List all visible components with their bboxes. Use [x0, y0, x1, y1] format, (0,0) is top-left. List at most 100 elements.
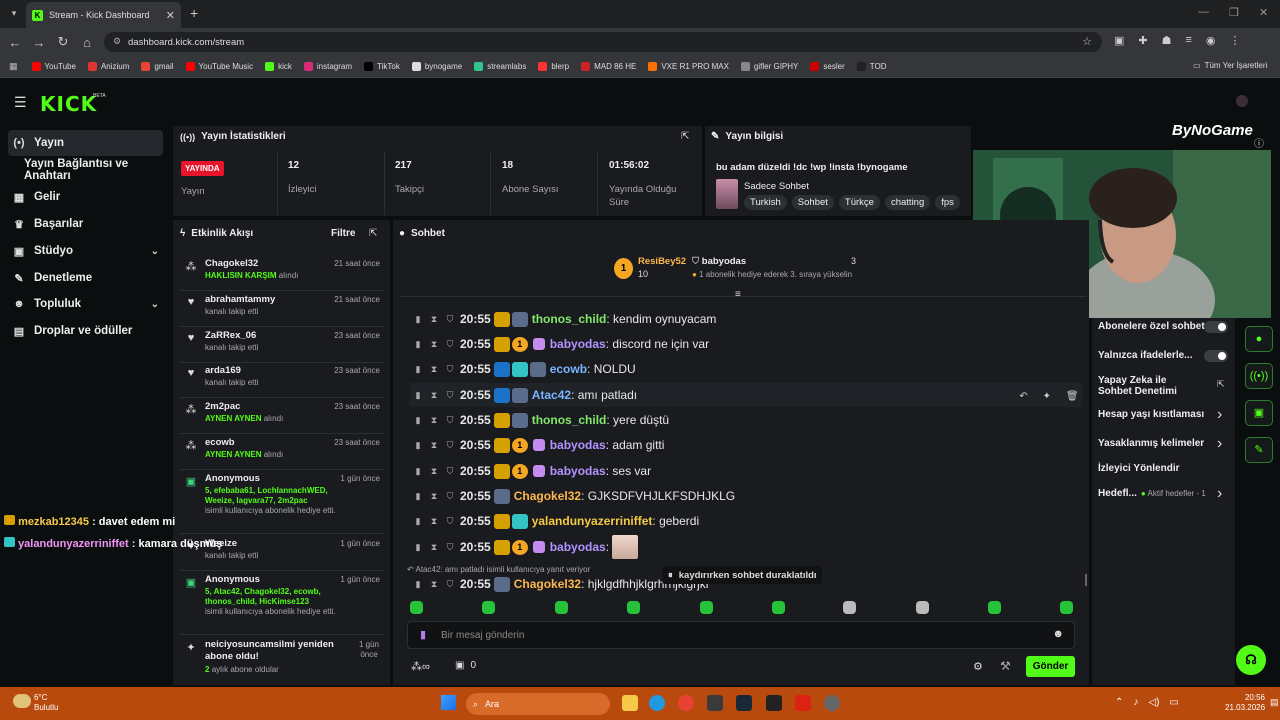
new-tab-icon[interactable]: + [190, 5, 198, 21]
hourglass-icon[interactable]: ⧗ [426, 516, 442, 527]
sidebar-item-yayin[interactable]: (•) Yayın [8, 130, 163, 156]
ban-icon[interactable]: ⛉ [442, 314, 458, 325]
sidebar-item-studyo[interactable]: ▣ Stüdyo ⌄ [8, 238, 163, 264]
chat-message[interactable]: ▮ ⧗ ⛉ 20:55 1 babyodas: adam gitti [410, 433, 1082, 457]
chat-message[interactable]: ▮ ⧗ ⛉ 20:55 1 babyodas: [410, 535, 1082, 559]
minimize-icon[interactable]: — [1198, 6, 1209, 18]
notifications-icon[interactable]: ▤ [1270, 697, 1279, 708]
activity-user[interactable]: arda169 [205, 365, 241, 376]
chat-message[interactable]: ▮ ⧗ ⛉ 20:55 Chagokel32: GJKSDFVHJLKFSDHJKLG [410, 484, 1082, 508]
apps-grid-icon[interactable]: ▦ [9, 61, 18, 72]
chat-message[interactable]: ▮ ⧗ ⛉ 20:55 thonos_child: kendim oynuyacam [410, 307, 1082, 331]
stream-tag[interactable]: Sohbet [791, 195, 834, 210]
chrome-icon[interactable] [678, 695, 694, 711]
bookmark-item[interactable]: TOD [856, 62, 886, 71]
kebab-menu-icon[interactable]: ⋮ [1230, 34, 1241, 47]
chat-message[interactable]: ▮ ⧗ ⛉ 20:55 Atac42: amı patladı [410, 383, 1082, 407]
points-icon[interactable]: ⁂∞ [411, 660, 430, 673]
leader2-name[interactable]: ⛉ babyodas [692, 256, 746, 267]
obs-icon[interactable] [824, 695, 840, 711]
viewer-redirect-setting[interactable]: İzleyici Yönlendir [1098, 463, 1180, 474]
ban-icon[interactable]: ⛉ [442, 364, 458, 375]
activity-user[interactable]: neiciyosuncamsilmi yeniden abone oldu! [205, 639, 340, 663]
mic-tray-icon[interactable]: ♪ [1133, 697, 1138, 708]
chat-bubble-button[interactable]: ● [1245, 326, 1273, 352]
bookmark-item[interactable]: gmail [141, 62, 174, 71]
chat-message[interactable]: ▮ ⧗ ⛉ 20:55 yalandunyazerriniffet: geberdi [410, 509, 1082, 533]
timeout-icon[interactable]: ▮ [410, 339, 426, 350]
emote-icon[interactable] [916, 601, 929, 614]
chevron-right-icon[interactable]: › [1217, 406, 1222, 424]
bookmark-item[interactable]: TikTok [364, 62, 400, 71]
chevron-right-icon[interactable]: › [1217, 435, 1222, 453]
activity-popout-icon[interactable]: ⇱ [369, 228, 377, 239]
timeout-icon[interactable]: ▮ [410, 542, 426, 553]
sidebar-item-basarilar[interactable]: ♛ Başarılar [8, 211, 163, 237]
toggle-switch[interactable] [1204, 350, 1228, 362]
all-bookmarks[interactable]: ▭ Tüm Yer İşaretleri [1193, 61, 1267, 70]
edge-icon[interactable] [649, 695, 665, 711]
file-explorer-icon[interactable] [622, 695, 638, 711]
message-username[interactable]: thonos_child [532, 413, 607, 427]
chevron-down-icon[interactable]: ⌄ [151, 246, 159, 257]
ai-moderation-setting[interactable]: Yapay Zeka ile Sohbet Denetimi [1098, 375, 1183, 397]
chat-message[interactable]: ▮ ⧗ ⛉ 20:55 1 babyodas: ses var [410, 459, 1082, 483]
network-icon[interactable]: ▭ [1169, 697, 1178, 708]
bookmark-item[interactable]: YouTube Music [185, 62, 253, 71]
mic-icon[interactable]: ▮ [420, 628, 426, 641]
ban-icon[interactable]: ⛉ [442, 466, 458, 477]
chevron-down-icon[interactable]: ⌄ [151, 299, 159, 310]
tools-button[interactable]: ✎ [1245, 437, 1273, 463]
message-username[interactable]: Chagokel32 [514, 489, 581, 503]
hourglass-icon[interactable]: ⧗ [426, 314, 442, 325]
emote-icon[interactable] [482, 601, 495, 614]
stream-tag[interactable]: Türkçe [838, 195, 880, 210]
timeout-icon[interactable]: ▮ [410, 314, 426, 325]
info-icon[interactable]: ⓘ [1254, 135, 1264, 150]
bookmark-item[interactable]: Anizium [87, 62, 129, 71]
stream-tag[interactable]: chatting [884, 195, 931, 210]
broadcast-button[interactable]: ((•)) [1245, 363, 1273, 389]
emote-icon[interactable] [988, 601, 1001, 614]
chat-settings-icon[interactable]: ⚙ [973, 660, 983, 673]
emote-icon[interactable] [1060, 601, 1073, 614]
timeout-icon[interactable]: ▮ [410, 466, 426, 477]
message-username[interactable]: ecowb [550, 362, 587, 376]
activity-user[interactable]: abrahamtammy [205, 294, 275, 305]
chevron-right-icon[interactable]: › [1217, 485, 1222, 503]
chat-input[interactable]: ▮ Bir mesaj gönderin ☻ [407, 621, 1075, 649]
chat-message[interactable]: ▮ ⧗ ⛉ 20:55 thonos_child: yere düştü [410, 408, 1082, 432]
window-close-icon[interactable]: ✕ [1259, 6, 1268, 19]
activity-user[interactable]: Anonymous [205, 473, 260, 484]
sidebar-item-topluluk[interactable]: ☻ Topluluk ⌄ [8, 291, 163, 317]
emote-icon[interactable] [700, 601, 713, 614]
sidebar-item-droplar[interactable]: ▤ Droplar ve ödüller [8, 318, 163, 344]
home-icon[interactable]: ⌂ [75, 35, 99, 50]
stream-tag[interactable]: Turkish [744, 195, 787, 210]
mod-tools-icon[interactable]: ⚒ [1000, 659, 1011, 673]
timeout-icon[interactable]: ▮ [410, 364, 426, 375]
sidebar-item-stream-key[interactable]: Yayın Bağlantısı ve Anahtarı [8, 157, 163, 183]
reload-icon[interactable]: ↻ [51, 34, 75, 50]
steam-icon[interactable] [736, 695, 752, 711]
activity-user[interactable]: Chagokel32 [205, 258, 258, 269]
profile-avatar[interactable]: ◉ [1206, 34, 1216, 47]
account-age-setting[interactable]: Hesap yaşı kısıtlaması [1098, 409, 1204, 420]
timeout-icon[interactable]: ▮ [410, 390, 426, 401]
activity-user[interactable]: ZaRRex_06 [205, 330, 256, 341]
ban-icon[interactable]: ⛉ [442, 516, 458, 527]
leader-name[interactable]: ResiBey52 [638, 256, 686, 267]
send-button[interactable]: Gönder [1026, 656, 1075, 677]
activity-user[interactable]: 2m2pac [205, 401, 240, 412]
hourglass-icon[interactable]: ⧗ [426, 364, 442, 375]
app-icon-1[interactable] [707, 695, 723, 711]
bookmark-star-icon[interactable]: ☆ [1082, 35, 1092, 48]
message-username[interactable]: thonos_child [532, 312, 607, 326]
forward-icon[interactable]: → [27, 35, 51, 50]
chat-message[interactable]: ▮ ⧗ ⛉ 20:55 1 babyodas: discord ne için var [410, 332, 1082, 356]
bookmark-item[interactable]: kick [265, 62, 292, 71]
pin-icon[interactable]: ✦ [1043, 391, 1051, 402]
timeout-icon[interactable]: ▮ [410, 491, 426, 502]
emote-icon[interactable] [627, 601, 640, 614]
emote-icon[interactable] [772, 601, 785, 614]
